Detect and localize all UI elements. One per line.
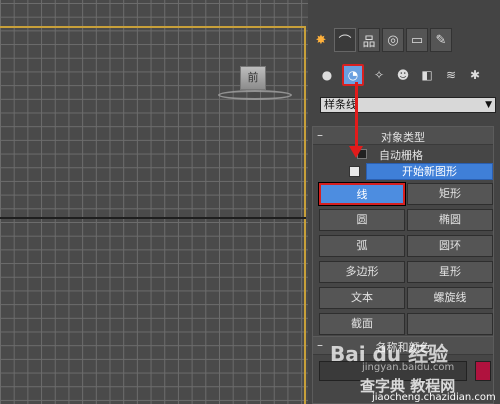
- annotation-arrow-head-icon: [349, 146, 363, 158]
- text-button[interactable]: 文本: [319, 287, 405, 309]
- section-button[interactable]: 截面: [319, 313, 405, 335]
- viewport-horizon-axis: [0, 217, 306, 219]
- object-type-buttons: 线 矩形 圆 椭圆 弧 圆环 多边形 星形 文本 螺旋线 截面: [318, 182, 493, 337]
- autogrid-toggle[interactable]: 自动栅格: [353, 147, 493, 163]
- object-color-swatch[interactable]: [475, 361, 491, 381]
- viewcube[interactable]: 前: [240, 66, 266, 90]
- watermark-sub: jingyan.baidu.com: [362, 362, 455, 373]
- utilities-hammer-icon[interactable]: ✎: [430, 28, 452, 52]
- chevron-down-icon: ▼: [485, 100, 492, 110]
- empty-button[interactable]: [407, 313, 493, 335]
- start-new-shape-checkbox[interactable]: [349, 166, 360, 177]
- start-new-shape-button[interactable]: 开始新图形: [366, 163, 493, 180]
- watermark-url: jiaocheng.chazidian.com: [372, 392, 496, 403]
- create-star-icon[interactable]: ✸: [310, 28, 332, 52]
- display-monitor-icon[interactable]: ▭: [406, 28, 428, 52]
- modify-curve-icon[interactable]: ⌒: [334, 28, 356, 52]
- cameras-icon[interactable]: ☻: [394, 66, 412, 84]
- donut-button[interactable]: 圆环: [407, 235, 493, 257]
- object-type-rollout: – 对象类型 自动栅格 开始新图形 线 矩形 圆 椭圆 弧 圆环 多边形 星形 …: [312, 126, 494, 338]
- space-warps-icon[interactable]: ≋: [442, 66, 460, 84]
- create-category-icons: ● ◔ ✧ ☻ ◧ ≋ ✱: [318, 62, 484, 88]
- viewcube-compass-ring[interactable]: [218, 90, 292, 100]
- autogrid-label: 自动栅格: [379, 149, 423, 162]
- lights-icon[interactable]: ✧: [370, 66, 388, 84]
- shapes-icon[interactable]: ◔: [342, 64, 364, 86]
- motion-icon[interactable]: ◎: [382, 28, 404, 52]
- hierarchy-icon[interactable]: 品: [358, 28, 380, 52]
- line-button[interactable]: 线: [318, 182, 406, 206]
- start-new-shape-row: 开始新图形: [349, 163, 493, 180]
- rollout-title: 对象类型: [381, 131, 425, 144]
- viewport-perspective[interactable]: 前: [0, 0, 308, 404]
- ellipse-button[interactable]: 椭圆: [407, 209, 493, 231]
- arc-button[interactable]: 弧: [319, 235, 405, 257]
- shape-category-dropdown[interactable]: 样条线 ▼: [320, 97, 496, 113]
- dropdown-value: 样条线: [324, 98, 357, 111]
- annotation-arrow-line: [355, 82, 358, 148]
- systems-icon[interactable]: ✱: [466, 66, 484, 84]
- helix-button[interactable]: 螺旋线: [407, 287, 493, 309]
- ngon-button[interactable]: 多边形: [319, 261, 405, 283]
- helpers-icon[interactable]: ◧: [418, 66, 436, 84]
- command-panel-tabs: ✸ ⌒ 品 ◎ ▭ ✎: [310, 28, 452, 54]
- circle-button[interactable]: 圆: [319, 209, 405, 231]
- rollout-header[interactable]: – 对象类型: [313, 127, 493, 145]
- star-button[interactable]: 星形: [407, 261, 493, 283]
- geometry-sphere-icon[interactable]: ●: [318, 66, 336, 84]
- rectangle-button[interactable]: 矩形: [407, 183, 493, 205]
